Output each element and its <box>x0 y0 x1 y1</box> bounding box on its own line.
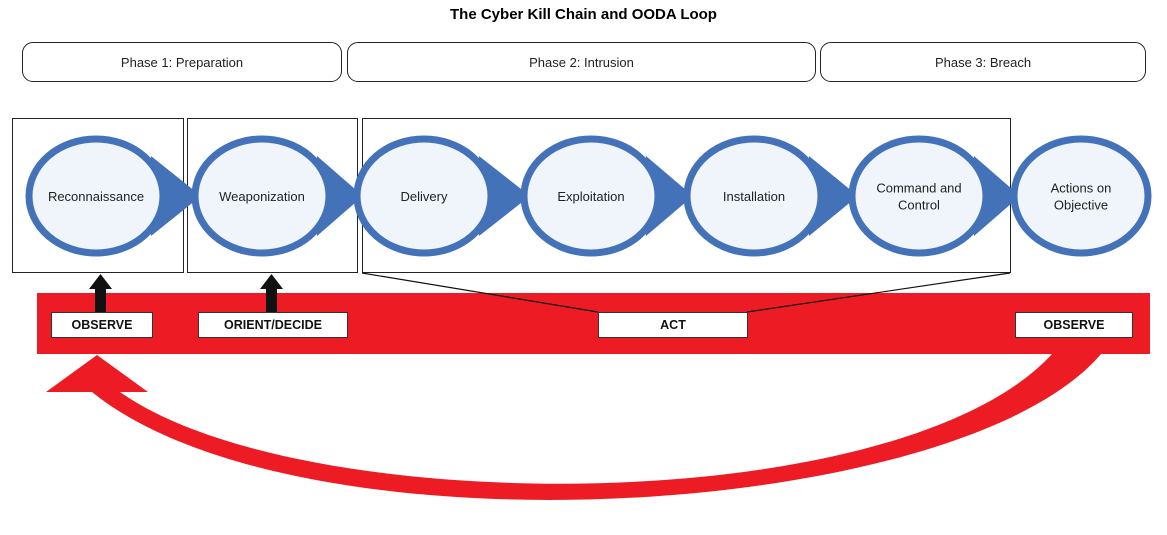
ooda-observe-2-label: OBSERVE <box>1015 312 1133 338</box>
kill-chain-label: Command and <box>876 181 961 196</box>
kill-chain-step-actions-on-objective: Actions on Objective <box>1010 135 1152 257</box>
kill-chain-step-delivery: Delivery <box>353 135 495 257</box>
kill-chain-step-command-and-control: Command and Control <box>848 135 990 257</box>
kill-chain-label: Installation <box>723 189 785 204</box>
kill-chain-label: Weaponization <box>219 189 305 204</box>
kill-chain-step-installation: Installation <box>683 135 825 257</box>
kill-chain-ellipse <box>1010 135 1152 257</box>
kill-chain-step-weaponization: Weaponization <box>191 135 333 257</box>
diagram-canvas: Reconnaissance Weaponization Delivery Explo… <box>12 118 1152 500</box>
feedback-loop-arrow-icon <box>46 354 1101 500</box>
kill-chain-label: Reconnaissance <box>48 189 144 204</box>
kill-chain-label: Actions on <box>1051 181 1112 196</box>
kill-chain-label: Objective <box>1054 198 1108 213</box>
kill-chain-step-exploitation: Exploitation <box>520 135 662 257</box>
ooda-orient-decide-label: ORIENT/DECIDE <box>198 312 348 338</box>
ooda-observe-label: OBSERVE <box>51 312 153 338</box>
kill-chain-step-reconnaissance: Reconnaissance <box>25 135 167 257</box>
kill-chain-ellipse <box>848 135 990 257</box>
ooda-act-label: ACT <box>598 312 748 338</box>
kill-chain-label: Exploitation <box>557 189 624 204</box>
kill-chain-label: Delivery <box>401 189 448 204</box>
kill-chain-label: Control <box>898 198 940 213</box>
